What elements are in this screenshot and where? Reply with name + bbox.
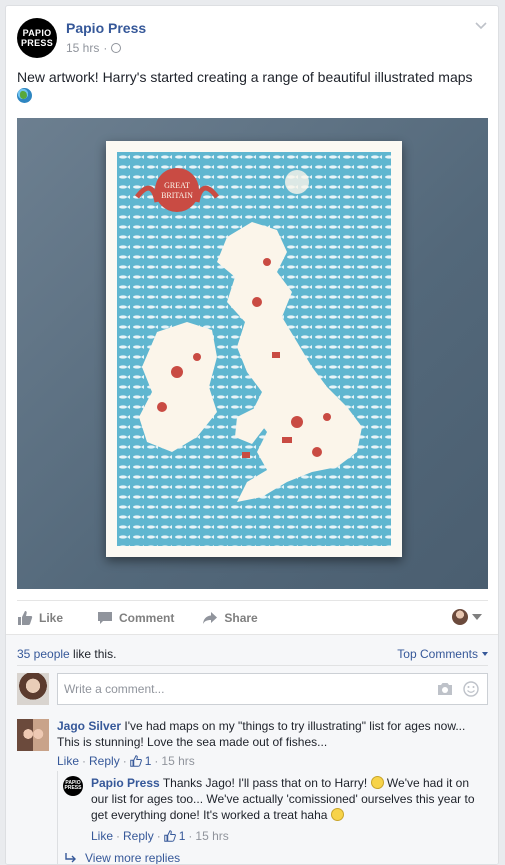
comment-actions: Like · Reply · 1 · 15 hrs bbox=[57, 754, 195, 768]
post-card: PAPIO PRESS Papio Press 15 hrs · New art… bbox=[5, 5, 499, 865]
comment-button[interactable]: Comment bbox=[97, 610, 174, 626]
camera-icon[interactable] bbox=[437, 682, 453, 696]
meta-separator: · bbox=[116, 829, 121, 843]
like-label: Like bbox=[39, 610, 64, 625]
comment-like-link[interactable]: Like bbox=[57, 754, 79, 768]
share-label: Share bbox=[224, 610, 258, 625]
reply-actions: Like · Reply · 1 · 15 hrs bbox=[91, 829, 229, 843]
sort-label: Top Comments bbox=[397, 647, 478, 661]
likes-count-link[interactable]: 35 people bbox=[17, 647, 70, 661]
post-time[interactable]: 15 hrs bbox=[66, 41, 99, 55]
like-button[interactable]: Like bbox=[17, 610, 63, 626]
comment-time[interactable]: 15 hrs bbox=[161, 754, 194, 768]
poster-title-line2: BRITAIN bbox=[161, 191, 193, 200]
commenter-name[interactable]: Jago Silver bbox=[57, 719, 121, 733]
thumbs-up-icon bbox=[18, 610, 33, 625]
post-as-selector[interactable] bbox=[452, 609, 482, 625]
current-user-avatar bbox=[17, 673, 49, 705]
likes-suffix: like this. bbox=[69, 647, 117, 661]
page-name-link[interactable]: Papio Press bbox=[66, 20, 146, 36]
meta-separator: · bbox=[154, 754, 159, 768]
comment-label: Comment bbox=[119, 610, 175, 625]
thumbs-up-icon bbox=[163, 830, 176, 842]
earth-globe-icon bbox=[17, 88, 32, 103]
smile-emoji-icon bbox=[370, 776, 384, 789]
reply-like-count[interactable]: 1 bbox=[179, 829, 186, 843]
speech-bubble-icon bbox=[98, 611, 113, 624]
meta-separator: · bbox=[188, 829, 193, 843]
great-britain-map-art: GREAT BRITAIN bbox=[117, 152, 391, 546]
view-more-label: View more replies bbox=[85, 851, 181, 865]
comment-sort-dropdown[interactable]: Top Comments bbox=[397, 647, 488, 661]
reply-thread-line bbox=[57, 771, 58, 864]
reply-comment: Papio Press Thanks Jago! I'll pass that … bbox=[91, 775, 476, 823]
reply-text-part1: Thanks Jago! I'll pass that on to Harry! bbox=[162, 776, 368, 790]
logo-text-line1: PAPIO bbox=[22, 28, 52, 38]
logo-text-line2: PRESS bbox=[64, 785, 82, 791]
divider bbox=[17, 665, 488, 666]
comment-composer bbox=[57, 673, 488, 705]
comments-section: 35 people like this. Top Comments Jago S… bbox=[6, 634, 498, 865]
commenter-avatar[interactable] bbox=[17, 719, 49, 751]
reply-like-link[interactable]: Like bbox=[91, 829, 113, 843]
reply-arrow-icon bbox=[65, 853, 76, 863]
meta-separator: · bbox=[82, 754, 87, 768]
poster-title-line1: GREAT bbox=[164, 181, 190, 190]
emoji-icon[interactable] bbox=[463, 681, 479, 697]
comment: Jago Silver I've had maps on my "things … bbox=[57, 718, 489, 750]
post-text: New artwork! Harry's started creating a … bbox=[17, 68, 487, 106]
reply-reply-link[interactable]: Reply bbox=[123, 829, 154, 843]
viewer-avatar bbox=[452, 609, 468, 625]
caret-down-icon bbox=[472, 614, 482, 620]
reply-time[interactable]: 15 hrs bbox=[195, 829, 228, 843]
globe-icon bbox=[111, 43, 122, 53]
meta-separator: · bbox=[122, 754, 127, 768]
meta-separator: · bbox=[103, 41, 108, 55]
smile-emoji-icon bbox=[330, 808, 344, 821]
thumbs-up-icon bbox=[129, 755, 142, 767]
likes-summary: 35 people like this. bbox=[17, 647, 116, 661]
comment-like-count[interactable]: 1 bbox=[145, 754, 152, 768]
post-meta: 15 hrs · bbox=[66, 41, 122, 55]
share-arrow-icon bbox=[203, 611, 218, 624]
post-actions-bar: Like Comment Share bbox=[17, 600, 488, 634]
reply-author-avatar[interactable]: PAPIO PRESS bbox=[63, 776, 83, 796]
share-button[interactable]: Share bbox=[202, 610, 258, 626]
comment-reply-link[interactable]: Reply bbox=[89, 754, 120, 768]
comment-input[interactable] bbox=[64, 674, 424, 704]
page-avatar[interactable]: PAPIO PRESS bbox=[17, 18, 57, 58]
view-more-replies-link[interactable]: View more replies bbox=[65, 851, 181, 865]
caret-down-icon bbox=[482, 652, 488, 656]
post-image[interactable]: GREAT BRITAIN bbox=[17, 118, 488, 589]
reply-author-name[interactable]: Papio Press bbox=[91, 776, 160, 790]
post-text-content: New artwork! Harry's started creating a … bbox=[17, 69, 473, 85]
meta-separator: · bbox=[156, 829, 161, 843]
map-poster: GREAT BRITAIN bbox=[106, 141, 402, 557]
logo-text-line2: PRESS bbox=[20, 38, 53, 48]
chevron-down-icon[interactable] bbox=[474, 18, 488, 32]
